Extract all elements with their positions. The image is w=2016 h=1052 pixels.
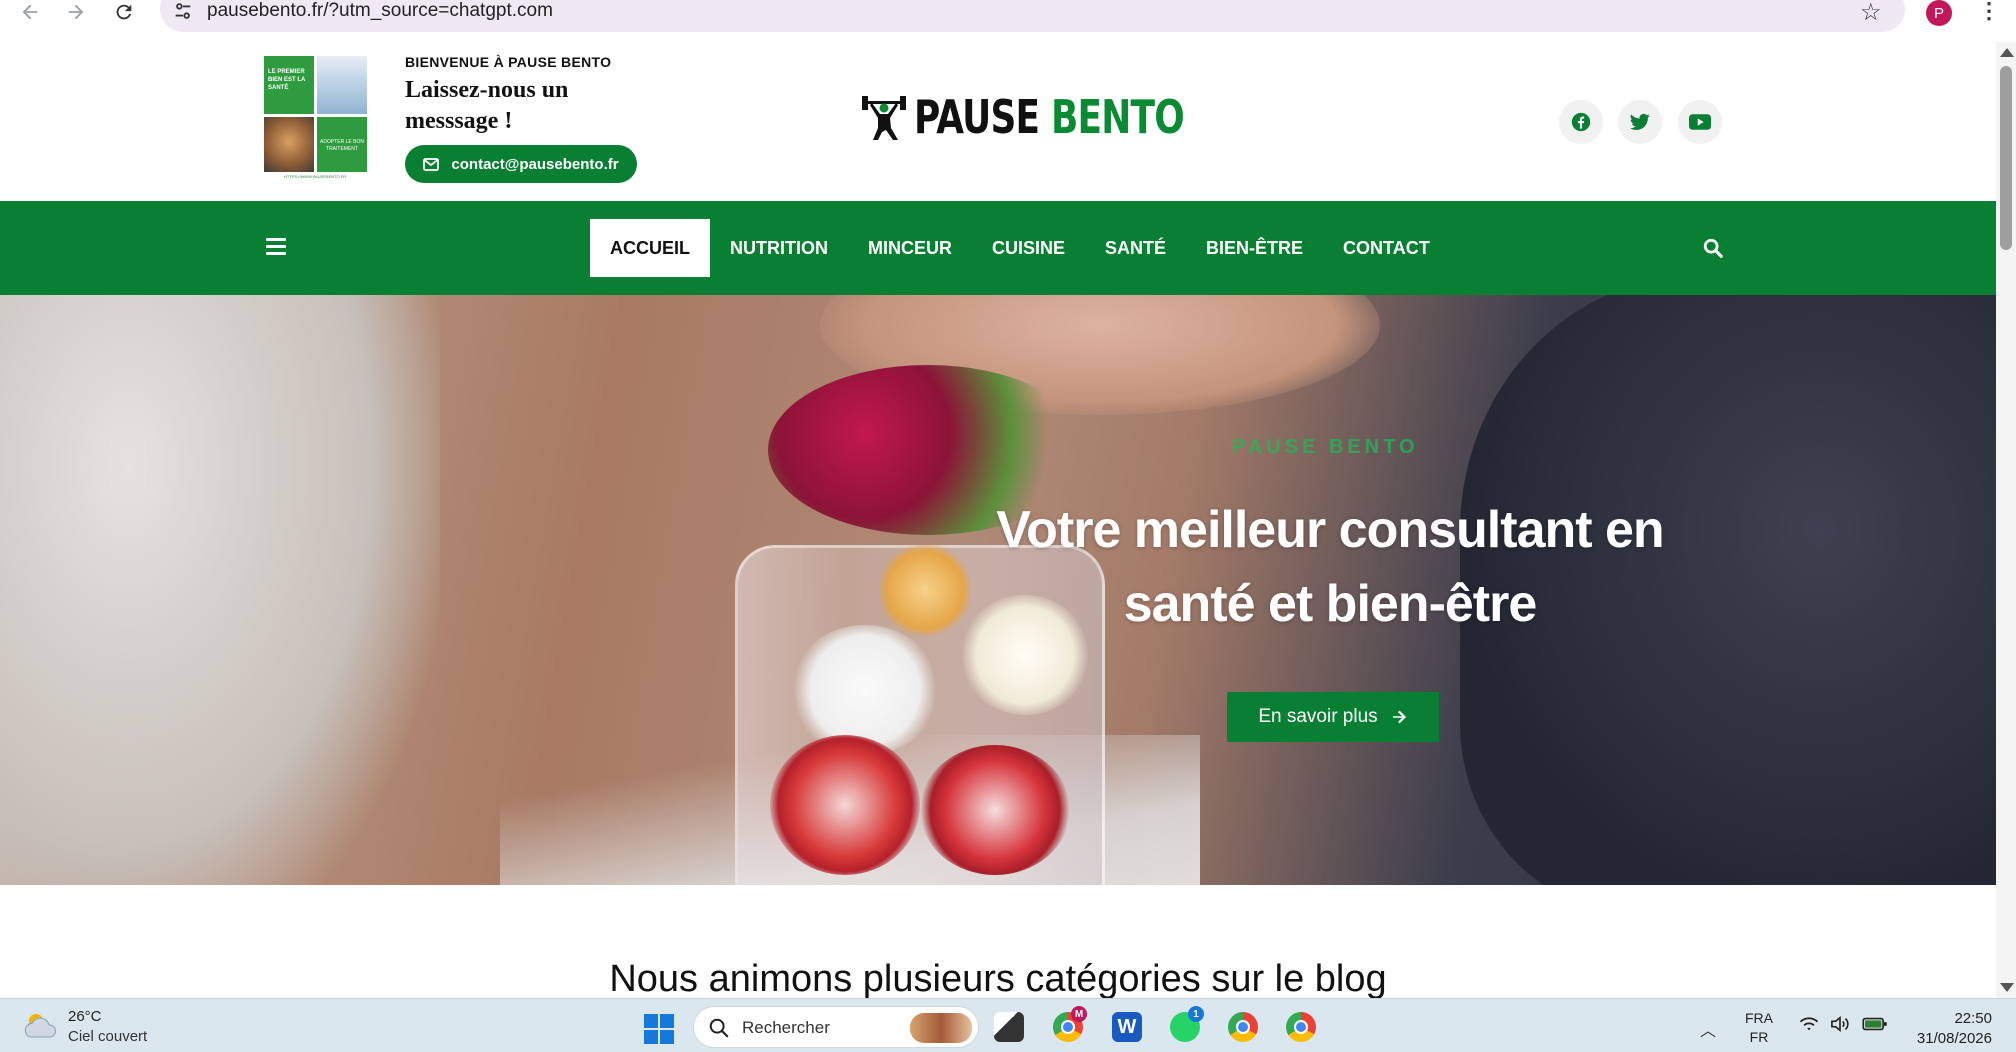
twitter-button[interactable] (1618, 100, 1662, 144)
nav-item-nutrition[interactable]: NUTRITION (710, 219, 848, 277)
contact-email-label: contact@pausebento.fr (451, 155, 619, 173)
taskbar-search-label: Rechercher (742, 1018, 830, 1037)
twitter-icon (1630, 113, 1650, 130)
browser-menu-icon[interactable]: ⋮ (1978, 0, 2000, 24)
nav-item-minceur[interactable]: MINCEUR (848, 219, 972, 277)
weather-description[interactable]: Ciel couvert (68, 1028, 147, 1045)
nav-menu: ACCUEIL NUTRITION MINCEUR CUISINE SANTÉ … (590, 219, 1450, 277)
strawberry-slice-2 (920, 745, 1070, 875)
hero-banner: PAUSE BENTO Votre meilleur consultant en… (0, 295, 1996, 885)
magnifier-icon (708, 1017, 730, 1039)
main-navigation: ACCUEIL NUTRITION MINCEUR CUISINE SANTÉ … (0, 201, 1996, 295)
whatsapp-icon[interactable]: 1 (1170, 1006, 1204, 1042)
strawberry-slice (770, 735, 920, 875)
hamburger-menu-icon[interactable] (266, 238, 286, 256)
taskbar-search[interactable]: Rechercher (693, 1006, 979, 1048)
arrow-right-icon (1392, 710, 1406, 724)
facebook-button[interactable] (1559, 100, 1603, 144)
reload-icon[interactable] (104, 0, 144, 24)
nav-item-cuisine[interactable]: CUISINE (972, 219, 1085, 277)
page-scrollbar[interactable] (1996, 42, 2016, 998)
search-highlight-image (910, 1013, 972, 1043)
promo-tile-doctor (317, 56, 367, 114)
forward-icon[interactable] (56, 0, 96, 24)
promo-tile-treatment: ADOPTER LE BON TRAITEMENT (317, 117, 367, 172)
chrome-profile-icon[interactable] (1286, 1012, 1316, 1042)
nav-item-sante[interactable]: SANTÉ (1085, 219, 1186, 277)
logo-text: PAUSE BENTO (914, 90, 1185, 144)
weather-cloud-icon[interactable] (22, 1011, 58, 1041)
scroll-down-icon[interactable] (2000, 983, 2014, 992)
banana-slice (790, 625, 940, 755)
back-icon[interactable] (10, 0, 50, 24)
battery-icon[interactable] (1862, 1015, 1887, 1035)
browser-toolbar: pausebento.fr/?utm_source=chatgpt.com ☆ … (0, 0, 2016, 42)
chrome-mail-icon[interactable]: M (1053, 1006, 1087, 1042)
system-clock[interactable]: 22:50 31/08/2026 (1902, 1009, 1992, 1049)
site-logo[interactable]: PAUSE BENTO (860, 87, 1260, 147)
message-title: Laissez-nous un messsage ! (405, 77, 569, 134)
hero-kicker: PAUSE BENTO (1232, 436, 1419, 458)
scroll-up-icon[interactable] (2000, 48, 2014, 57)
word-icon[interactable]: W (1112, 1012, 1142, 1042)
contact-email-button[interactable]: contact@pausebento.fr (405, 145, 637, 183)
chevron-up-icon[interactable]: ︿ (1700, 1017, 1716, 1041)
windows-start-icon[interactable] (644, 1014, 674, 1044)
promo-tile-health: LE PREMIER BIEN EST LA SANTÉ (264, 56, 314, 114)
learn-more-button[interactable]: En savoir plus (1227, 692, 1439, 742)
hero-title: Votre meilleur consultant en santé et bi… (996, 501, 1664, 633)
weightlifter-icon (862, 96, 906, 140)
windows-taskbar: 26°C Ciel couvert Rechercher M W 1 ︿ FRA… (0, 998, 2016, 1052)
promo-caption: HTTPS://WWW.PAUSEBENTO.FR (284, 174, 347, 179)
search-icon[interactable] (1702, 237, 1726, 261)
nav-item-contact[interactable]: CONTACT (1323, 219, 1450, 277)
categories-heading: Nous animons plusieurs catégories sur le… (609, 958, 1387, 998)
profile-avatar[interactable]: P (1926, 0, 1952, 26)
weather-temperature[interactable]: 26°C (68, 1008, 102, 1025)
mail-badge: M (1071, 1006, 1087, 1022)
scroll-thumb[interactable] (2000, 66, 2012, 250)
input-language[interactable]: FRA FR (1745, 1009, 1773, 1047)
volume-icon[interactable] (1829, 1015, 1851, 1035)
learn-more-label: En savoir plus (1258, 706, 1378, 727)
file-explorer-icon[interactable] (994, 1012, 1024, 1042)
youtube-button[interactable] (1678, 100, 1722, 144)
promo-tile-pancakes (264, 117, 314, 172)
hero-background-light (0, 295, 440, 885)
chrome-icon[interactable] (1228, 1012, 1258, 1042)
nav-item-bien-etre[interactable]: BIEN-ÊTRE (1186, 219, 1323, 277)
site-info-icon[interactable] (172, 0, 194, 22)
bookmark-star-icon[interactable]: ☆ (1860, 0, 1882, 27)
nav-item-accueil[interactable]: ACCUEIL (590, 219, 710, 277)
promo-image[interactable]: LE PREMIER BIEN EST LA SANTÉ ADOPTER LE … (264, 56, 368, 184)
envelope-icon (423, 157, 440, 171)
mango-piece (880, 545, 970, 635)
web-page: LE PREMIER BIEN EST LA SANTÉ ADOPTER LE … (0, 42, 1996, 998)
url-text[interactable]: pausebento.fr/?utm_source=chatgpt.com (207, 0, 553, 22)
welcome-text: BIENVENUE À PAUSE BENTO (405, 54, 612, 70)
wifi-icon[interactable] (1798, 1015, 1820, 1035)
facebook-icon (1571, 112, 1591, 132)
youtube-icon (1689, 114, 1711, 130)
whatsapp-badge: 1 (1188, 1006, 1204, 1022)
